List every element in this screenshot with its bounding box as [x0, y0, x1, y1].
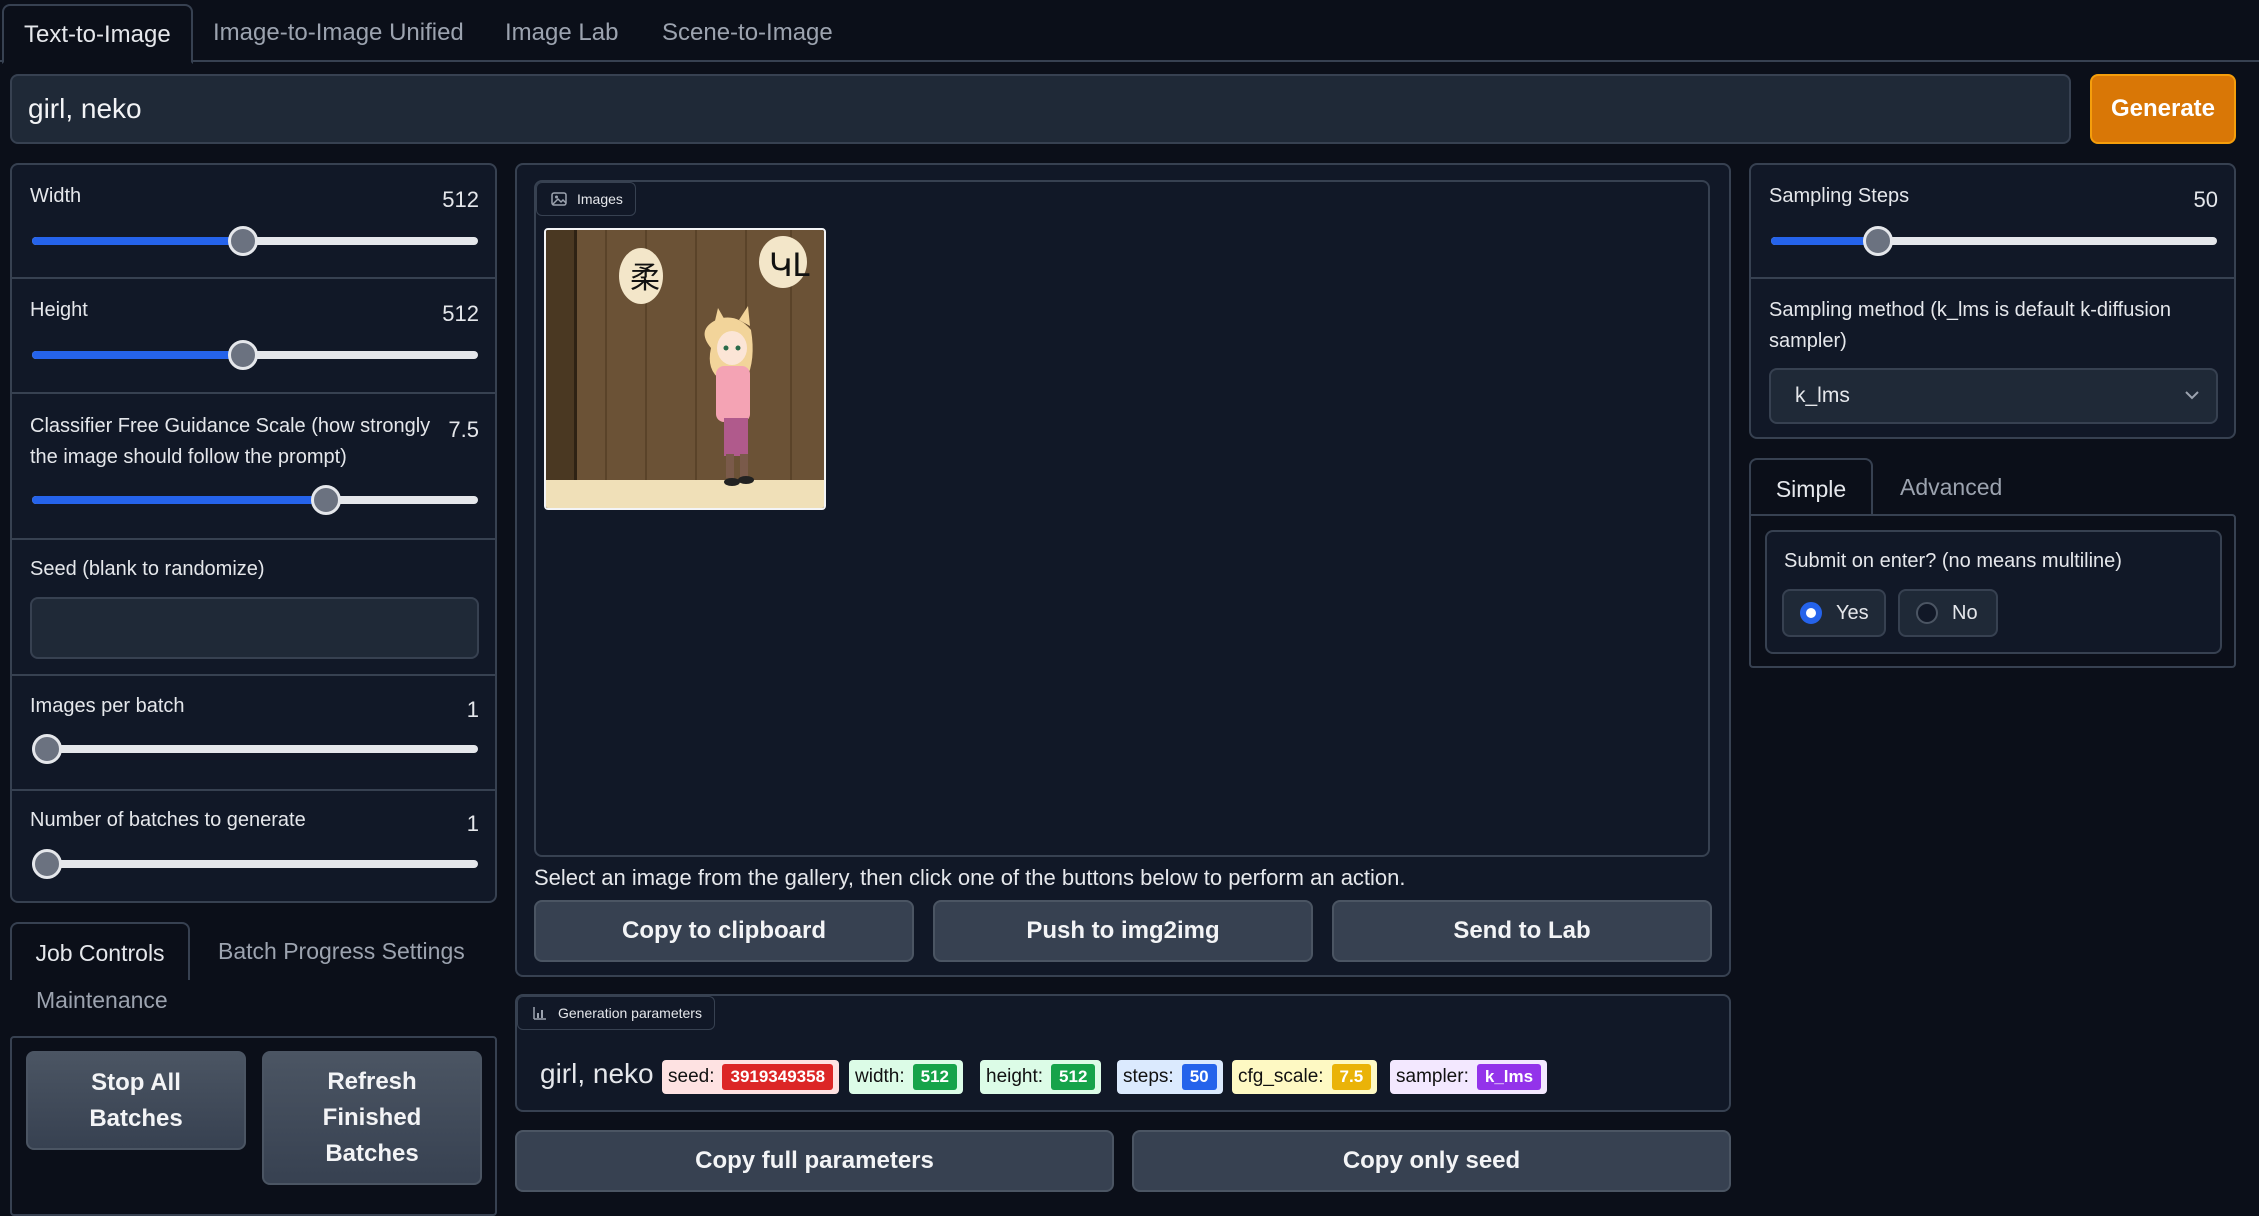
height-slider[interactable] — [32, 340, 478, 370]
generation-prompt: girl, neko — [540, 1058, 654, 1089]
push-to-img2img-button[interactable]: Push to img2img — [933, 900, 1313, 962]
param-value: 3919349358 — [722, 1064, 834, 1090]
width-slider[interactable] — [32, 226, 478, 256]
param-key: width: — [855, 1066, 905, 1087]
image-icon — [551, 192, 567, 206]
tab-text-to-image[interactable]: Text-to-Image — [2, 4, 193, 64]
images-per-batch-slider-handle[interactable] — [32, 734, 62, 764]
stop-all-batches-button[interactable]: Stop All Batches — [26, 1051, 246, 1150]
images-per-batch-label: Images per batch — [30, 695, 185, 717]
generate-button[interactable]: Generate — [2090, 74, 2236, 144]
param-seed: seed: 3919349358 — [662, 1060, 840, 1094]
radio-no[interactable]: No — [1898, 589, 1998, 637]
sampling-steps-slider[interactable] — [1771, 226, 2217, 256]
prompt-input[interactable]: girl, neko — [10, 74, 2071, 144]
copy-full-parameters-button[interactable]: Copy full parameters — [515, 1130, 1114, 1192]
sampling-method-select[interactable]: k_lms — [1769, 368, 2218, 424]
copy-to-clipboard-button[interactable]: Copy to clipboard — [534, 900, 914, 962]
param-key: sampler: — [1396, 1066, 1469, 1087]
param-value: 7.5 — [1331, 1064, 1372, 1090]
copy-only-seed-button[interactable]: Copy only seed — [1132, 1130, 1731, 1192]
send-to-lab-button[interactable]: Send to Lab — [1332, 900, 1712, 962]
cfg-label: Classifier Free Guidance Scale (how stro… — [30, 415, 431, 468]
svg-text:柔: 柔 — [630, 261, 660, 296]
param-key: steps: — [1123, 1066, 1174, 1087]
anime-girl-image: 柔 ԿԼ — [546, 230, 824, 508]
seed-input[interactable] — [30, 597, 479, 659]
cfg-value[interactable]: 7.5 — [448, 417, 479, 443]
width-label: Width — [30, 185, 82, 207]
param-key: height: — [986, 1066, 1044, 1087]
width-value[interactable]: 512 — [442, 187, 479, 213]
param-value: 512 — [912, 1064, 958, 1090]
num-batches-value[interactable]: 1 — [467, 811, 479, 837]
settings-panel: Width 512 Height 512 Classifier Free Gui… — [10, 163, 497, 903]
height-value[interactable]: 512 — [442, 301, 479, 327]
tab-job-controls[interactable]: Job Controls — [10, 922, 190, 980]
main-tab-bar: Text-to-Image Image-to-Image Unified Ima… — [0, 0, 2259, 64]
param-width: width: 512 — [849, 1060, 964, 1094]
gallery-panel: Images 柔 ԿԼ Select an image from the gal… — [515, 163, 1731, 977]
height-label: Height — [30, 299, 88, 321]
param-value: 512 — [1051, 1064, 1096, 1090]
radio-unselected-icon — [1916, 602, 1938, 624]
tab-image-to-image-unified[interactable]: Image-to-Image Unified — [193, 4, 484, 62]
param-cfg-scale: cfg_scale: 7.5 — [1232, 1060, 1378, 1094]
image-gallery: Images 柔 ԿԼ — [534, 180, 1710, 857]
images-per-batch-slider[interactable] — [32, 734, 478, 764]
cfg-slider[interactable] — [32, 485, 478, 515]
radio-yes[interactable]: Yes — [1782, 589, 1886, 637]
num-batches-label: Number of batches to generate — [30, 809, 306, 831]
generation-parameters-panel: Generation parameters — [515, 994, 1731, 1112]
width-slider-handle[interactable] — [227, 226, 258, 256]
num-batches-slider[interactable] — [32, 849, 478, 879]
images-per-batch-value[interactable]: 1 — [467, 697, 479, 723]
sampling-steps-slider-handle[interactable] — [1862, 226, 1893, 256]
tab-advanced[interactable]: Advanced — [1900, 458, 2002, 516]
images-label: Images — [536, 182, 636, 216]
tab-batch-progress-settings[interactable]: Batch Progress Settings — [218, 922, 465, 980]
refresh-finished-batches-button[interactable]: Refresh Finished Batches — [262, 1051, 482, 1185]
cfg-slider-handle[interactable] — [310, 485, 341, 515]
param-key: seed: — [668, 1066, 715, 1087]
gallery-hint: Select an image from the gallery, then c… — [534, 865, 1406, 890]
param-value: k_lms — [1476, 1064, 1542, 1090]
param-sampler: sampler: k_lms — [1390, 1060, 1548, 1094]
gallery-thumbnail[interactable]: 柔 ԿԼ — [544, 228, 826, 510]
radio-selected-icon — [1800, 602, 1822, 624]
job-controls-panel: Stop All Batches Refresh Finished Batches — [10, 1036, 497, 1216]
tab-scene-to-image[interactable]: Scene-to-Image — [642, 4, 853, 62]
param-steps: steps: 50 — [1117, 1060, 1223, 1094]
height-slider-handle[interactable] — [227, 340, 258, 370]
submit-on-enter-label: Submit on enter? (no means multiline) — [1784, 550, 2122, 572]
chevron-down-icon — [2185, 391, 2199, 400]
sampling-steps-value[interactable]: 50 — [2194, 187, 2218, 213]
param-value: 50 — [1181, 1064, 1217, 1090]
sampling-steps-label: Sampling Steps — [1769, 185, 1910, 207]
svg-text:ԿԼ: ԿԼ — [769, 246, 810, 284]
tab-image-lab[interactable]: Image Lab — [485, 4, 638, 62]
chart-icon — [533, 1007, 546, 1020]
sampler-panel: Sampling Steps 50 Sampling method (k_lms… — [1749, 163, 2236, 439]
sampling-method-label: Sampling method (k_lms is default k-diff… — [1769, 299, 2172, 352]
param-key: cfg_scale: — [1238, 1066, 1324, 1087]
generation-parameters-label: Generation parameters — [517, 996, 715, 1030]
param-height: height: 512 — [980, 1060, 1102, 1094]
num-batches-slider-handle[interactable] — [32, 849, 62, 879]
tab-simple[interactable]: Simple — [1749, 458, 1873, 516]
seed-label: Seed (blank to randomize) — [30, 558, 265, 580]
tab-maintenance[interactable]: Maintenance — [36, 980, 168, 1020]
